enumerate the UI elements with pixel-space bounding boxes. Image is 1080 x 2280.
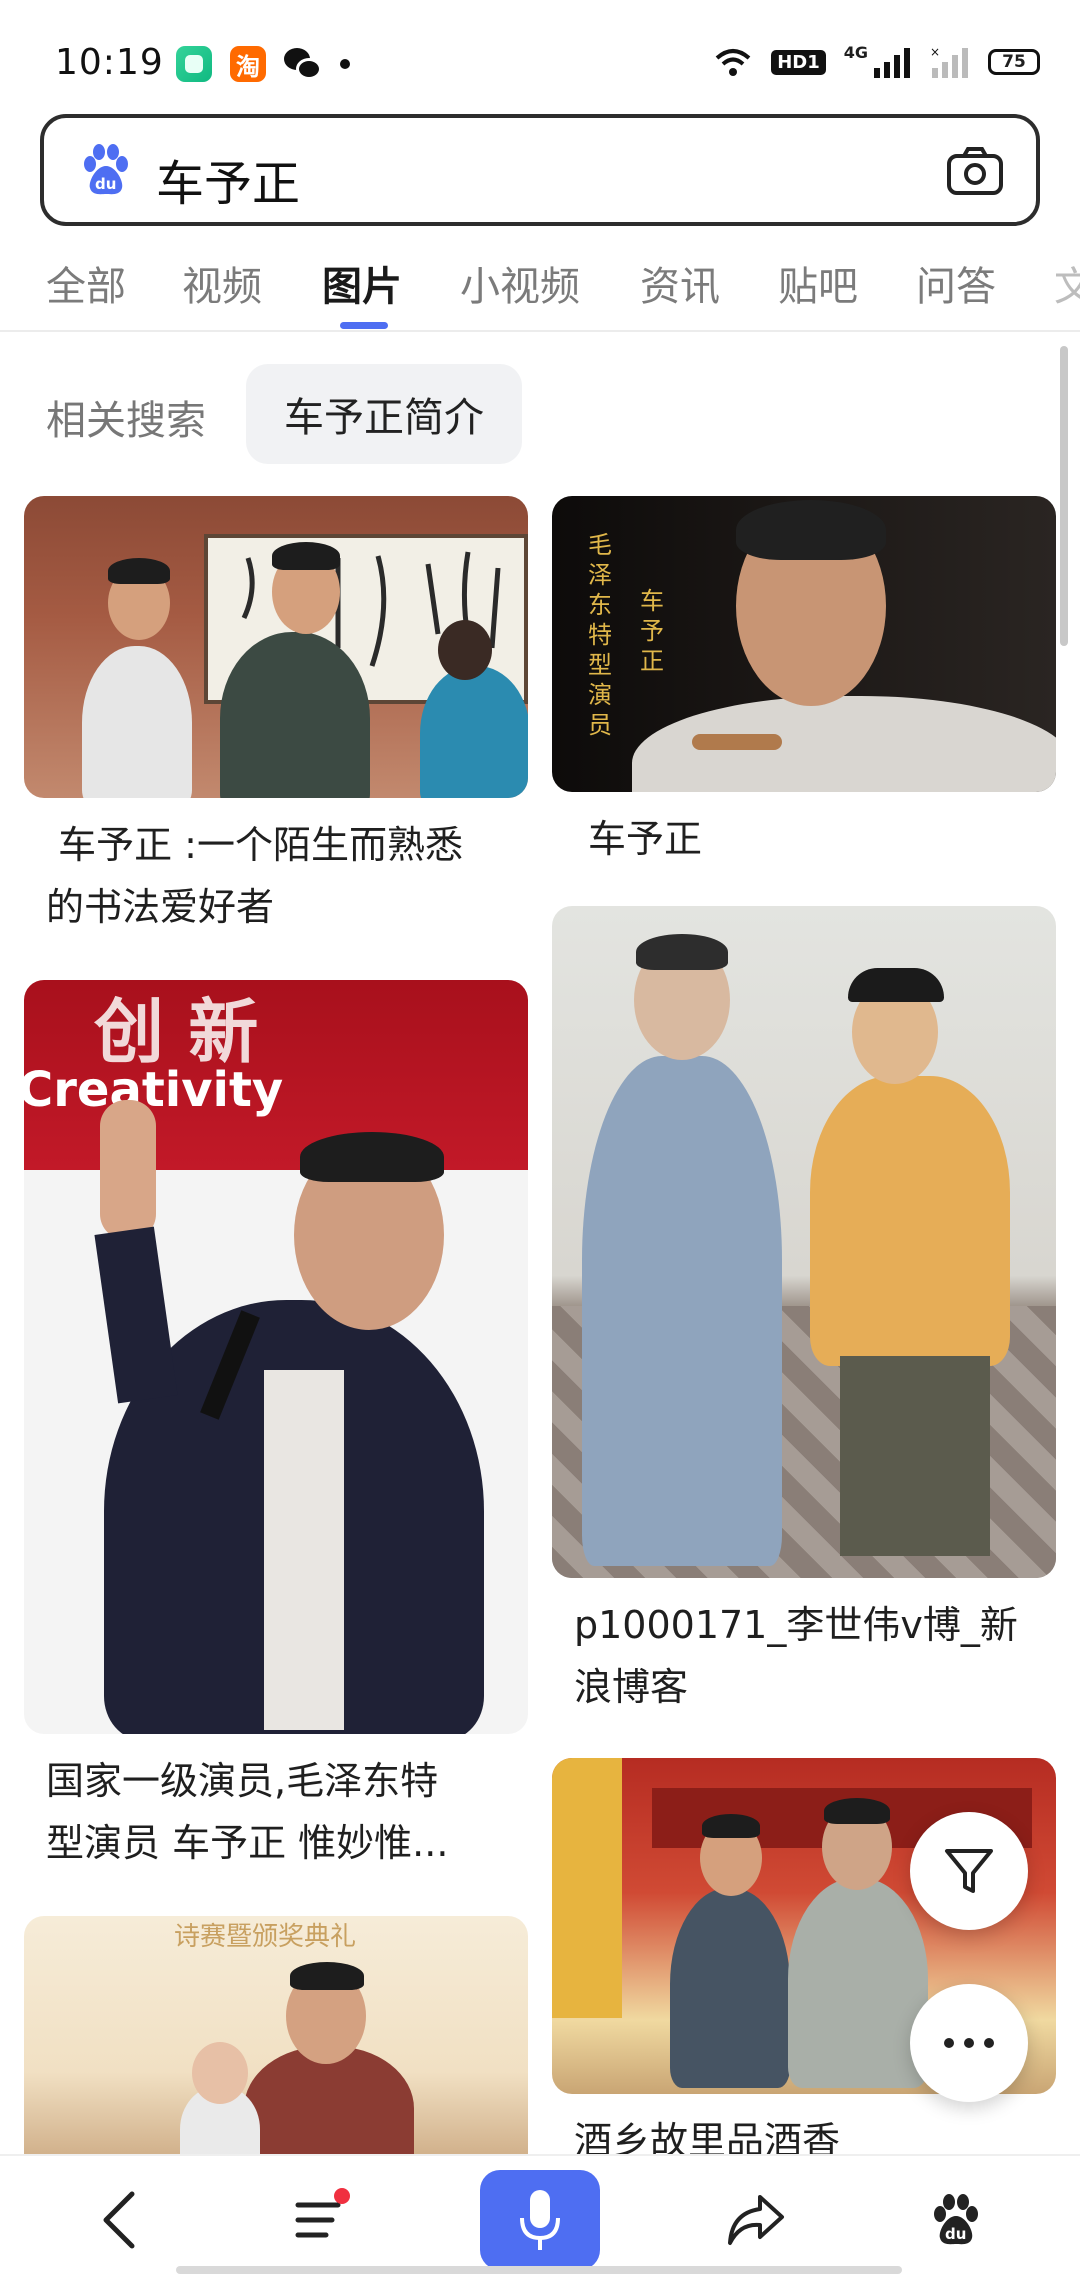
shirt: [264, 1370, 344, 1730]
taobao-icon: 淘: [230, 46, 266, 82]
caption-line: 车予正 :一个陌生而熟悉: [46, 823, 463, 867]
trousers: [840, 1356, 990, 1556]
person-figure: [810, 1076, 1010, 1366]
baidu-home-button[interactable]: du: [906, 2170, 1006, 2270]
wifi-icon: [715, 49, 751, 76]
home-indicator[interactable]: [176, 2266, 902, 2274]
result-image[interactable]: 毛泽东特型演员 车予正: [552, 496, 1056, 792]
tab-more[interactable]: 文: [1054, 254, 1080, 312]
menu-button[interactable]: [270, 2170, 370, 2270]
caption-line: 的书法爱好者: [46, 885, 275, 929]
result-caption[interactable]: 酒乡故里品酒香: [574, 2110, 1056, 2154]
network-type-label: 4G: [843, 42, 868, 62]
person-figure: [788, 1878, 928, 2088]
person-head: [438, 620, 492, 680]
tab-all[interactable]: 全部: [46, 254, 126, 312]
caption-line: 浪博客: [574, 1665, 689, 1709]
curtain: [552, 1758, 622, 2018]
person-figure: [220, 632, 370, 798]
more-notifications-dot: [340, 59, 350, 69]
caption-line: 国家一级演员,毛泽东特: [46, 1759, 439, 1803]
result-caption[interactable]: 国家一级演员,毛泽东特 型演员 车予正 惟妙惟...: [46, 1750, 528, 1874]
image-overlay-text: 毛泽东特型演员: [588, 531, 612, 739]
filter-icon: [945, 1849, 993, 1893]
chevron-left-icon: [103, 2191, 135, 2249]
app-notification-icon: [176, 46, 212, 82]
caption-line: 型演员 车予正 惟妙惟...: [46, 1821, 449, 1865]
share-button[interactable]: [706, 2170, 806, 2270]
signal-strength-icon: [874, 48, 910, 78]
image-overlay-text: 车予正: [640, 587, 664, 675]
image-result-card[interactable]: p1000171_李世伟v博_新 浪博客: [552, 906, 1056, 1726]
microphone-icon: [520, 2190, 560, 2250]
banner-text: 诗赛暨颁奖典礼: [174, 1922, 357, 1952]
person-hair: [108, 558, 170, 584]
related-search-chip[interactable]: 车予正简介: [246, 364, 522, 464]
more-icon: [944, 2038, 994, 2048]
person-hair: [736, 500, 886, 560]
result-caption[interactable]: 车予正: [588, 808, 1048, 870]
person-figure: [82, 646, 192, 798]
search-box[interactable]: du 车予正: [40, 114, 1040, 226]
raised-arm: [94, 1226, 178, 1404]
svg-text:du: du: [95, 175, 116, 193]
status-bar: 10:19 淘 HD1 4G × 75: [0, 0, 1080, 110]
baidu-paw-icon: du: [934, 2194, 978, 2245]
person-figure: [582, 1056, 782, 1566]
voice-search-button[interactable]: [480, 2170, 600, 2270]
camera-search-icon[interactable]: [946, 146, 1004, 196]
image-result-card[interactable]: 车予正 :一个陌生而熟悉 的书法爱好者: [24, 496, 528, 936]
back-button[interactable]: [70, 2170, 170, 2270]
person-figure: [670, 1888, 790, 2088]
wechat-icon: [284, 48, 322, 80]
active-tab-indicator: [340, 322, 388, 329]
raised-hand: [100, 1100, 156, 1240]
svg-text:du: du: [945, 2225, 966, 2243]
tab-images[interactable]: 图片: [322, 254, 402, 312]
tab-tieba[interactable]: 贴吧: [778, 254, 858, 312]
related-search-label: 相关搜索: [46, 398, 206, 444]
baidu-logo-icon: du: [84, 144, 128, 195]
result-image[interactable]: [24, 496, 528, 798]
tab-short-video[interactable]: 小视频: [460, 254, 580, 312]
image-result-card[interactable]: 创 新 Creativity 国家一级演员,毛泽东特 型演员 车予正 惟妙惟..…: [24, 980, 528, 1880]
notification-dot: [334, 2188, 350, 2204]
hd-voice-badge: HD1: [771, 49, 826, 75]
person-hair: [272, 542, 340, 570]
signal-strength-sim2-icon: ×: [930, 46, 968, 78]
result-image[interactable]: 创 新 Creativity: [24, 980, 528, 1734]
filter-button[interactable]: [910, 1812, 1028, 1930]
status-app-icons: 淘: [176, 46, 350, 82]
person-hair: [824, 1798, 890, 1824]
cigarette: [692, 734, 782, 750]
person-hair: [636, 934, 728, 970]
more-options-button[interactable]: [910, 1984, 1028, 2102]
tab-qa[interactable]: 问答: [916, 254, 996, 312]
battery-indicator: 75: [988, 49, 1040, 75]
result-image[interactable]: [552, 906, 1056, 1578]
scrollbar[interactable]: [1060, 346, 1068, 646]
person-hair: [300, 1132, 444, 1182]
tab-news[interactable]: 资讯: [640, 254, 720, 312]
bottom-navigation-bar: du: [0, 2154, 1080, 2280]
tab-video[interactable]: 视频: [182, 254, 262, 312]
cap: [848, 968, 944, 1002]
result-caption[interactable]: 车予正 :一个陌生而熟悉 的书法爱好者: [46, 814, 528, 938]
image-result-card[interactable]: 诗赛暨颁奖典礼: [24, 1916, 528, 2154]
image-result-card[interactable]: 毛泽东特型演员 车予正 车予正: [552, 496, 1056, 876]
person-hair: [290, 1962, 364, 1990]
search-input[interactable]: 车予正: [156, 144, 300, 214]
svg-text:×: ×: [930, 46, 940, 59]
person-hair: [702, 1814, 760, 1838]
caption-line: p1000171_李世伟v博_新: [574, 1603, 1018, 1647]
child-head: [192, 2042, 248, 2104]
result-image[interactable]: 诗赛暨颁奖典礼: [24, 1916, 528, 2154]
share-icon: [728, 2195, 784, 2245]
person-figure: [420, 666, 528, 798]
result-caption[interactable]: p1000171_李世伟v博_新 浪博客: [574, 1594, 1056, 1718]
status-time: 10:19: [55, 42, 164, 83]
status-indicators: HD1 4G × 75: [713, 42, 1040, 78]
banner-text: Creativity: [24, 1062, 284, 1118]
search-category-tabs: 全部 视频 图片 小视频 资讯 贴吧 问答 文: [0, 250, 1080, 332]
